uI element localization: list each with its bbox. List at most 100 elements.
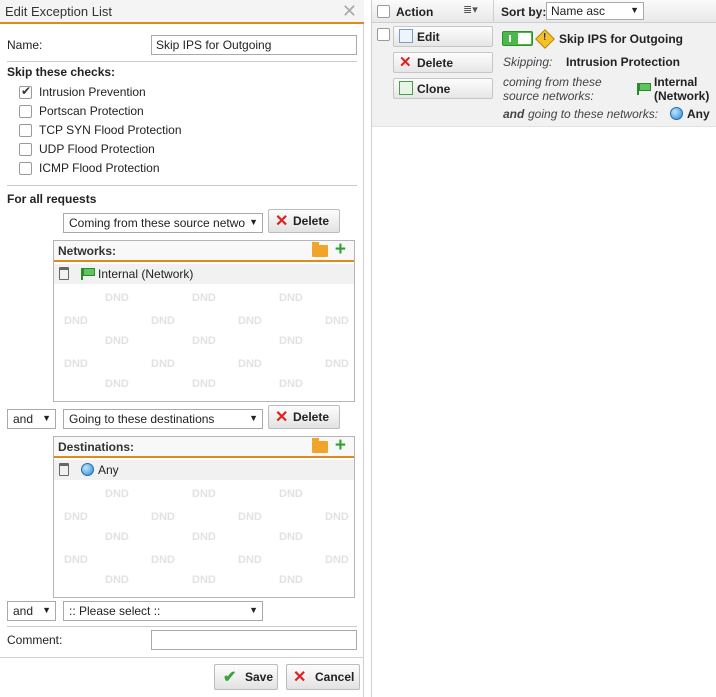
icmp-flood-checkbox[interactable] bbox=[19, 162, 32, 175]
network-item-label: Internal (Network) bbox=[98, 267, 194, 281]
portscan-protection-checkbox[interactable] bbox=[19, 105, 32, 118]
select-value: and bbox=[13, 412, 34, 426]
check-label: TCP SYN Flood Protection bbox=[39, 123, 182, 137]
source-condition-select[interactable]: Coming from these source netwo ▼ bbox=[63, 213, 263, 233]
delete-source-condition-button[interactable]: ✕ Delete bbox=[268, 209, 340, 233]
button-label: Edit bbox=[417, 30, 440, 44]
action-column-header: Action bbox=[396, 5, 434, 19]
dnd-watermark: DND bbox=[105, 292, 129, 304]
dropdown-arrow-icon: ▼ bbox=[630, 5, 639, 15]
going-to-label: going to these networks: bbox=[528, 107, 659, 121]
clone-icon bbox=[399, 81, 413, 95]
for-all-requests-label: For all requests bbox=[7, 192, 97, 206]
dnd-watermark: DND bbox=[192, 292, 216, 304]
network-flag-icon bbox=[637, 83, 651, 95]
dnd-watermark: DND bbox=[325, 315, 349, 327]
dnd-watermark: DND bbox=[151, 554, 175, 566]
destinations-panel-title: Destinations: bbox=[58, 440, 135, 454]
check-label: UDP Flood Protection bbox=[39, 142, 155, 156]
dnd-watermark: DND bbox=[105, 488, 129, 500]
intrusion-prevention-checkbox[interactable]: ✔ bbox=[19, 84, 32, 99]
network-flag-icon bbox=[81, 268, 95, 280]
button-label: Save bbox=[245, 670, 274, 684]
check-label: ICMP Flood Protection bbox=[39, 161, 160, 175]
select-all-checkbox[interactable] bbox=[377, 5, 390, 18]
select-value: Name asc bbox=[551, 4, 606, 18]
destination-condition-select[interactable]: Going to these destinations ▼ bbox=[63, 409, 263, 429]
add-icon[interactable]: + bbox=[335, 239, 346, 261]
check-label: Intrusion Prevention bbox=[39, 85, 146, 99]
dropdown-arrow-icon: ▼ bbox=[42, 413, 51, 423]
source-network: (Network) bbox=[654, 89, 710, 103]
enable-toggle[interactable] bbox=[502, 31, 533, 46]
add-icon[interactable]: + bbox=[335, 435, 346, 457]
coming-from-label: source networks: bbox=[503, 89, 594, 103]
skipping-label: Skipping: bbox=[503, 55, 553, 69]
udp-flood-checkbox[interactable] bbox=[19, 143, 32, 156]
delete-icon: ✕ bbox=[275, 409, 289, 426]
destinations-panel: Destinations: + Any DND DND DND DND DND … bbox=[53, 435, 355, 598]
dropdown-arrow-icon: ▼ bbox=[249, 413, 258, 423]
network-list-item[interactable]: Internal (Network) bbox=[54, 264, 354, 284]
dnd-watermark: DND bbox=[238, 511, 262, 523]
checkmark-icon: ✔ bbox=[21, 84, 32, 98]
folder-icon[interactable] bbox=[312, 242, 328, 257]
save-button[interactable]: ✔ Save bbox=[214, 664, 278, 690]
dnd-watermark: DND bbox=[105, 531, 129, 543]
tcp-syn-flood-checkbox[interactable] bbox=[19, 124, 32, 137]
exception-list-panel: Action ≣▾ Sort by: Name asc ▼ Edit ✕ Del… bbox=[371, 0, 716, 697]
select-value: Coming from these source netwo bbox=[69, 216, 246, 230]
destinations-panel-header: Destinations: + bbox=[54, 435, 354, 458]
dnd-watermark: DND bbox=[64, 554, 88, 566]
trash-icon[interactable] bbox=[59, 267, 69, 280]
delete-icon: ✕ bbox=[399, 54, 412, 71]
edit-button[interactable]: Edit bbox=[393, 26, 493, 47]
dnd-watermark: DND bbox=[279, 531, 303, 543]
dnd-watermark: DND bbox=[192, 335, 216, 347]
dnd-watermark: DND bbox=[279, 335, 303, 347]
dnd-watermark: DND bbox=[238, 315, 262, 327]
divider bbox=[7, 626, 357, 627]
networks-panel-header: Networks: + bbox=[54, 239, 354, 262]
row-checkbox[interactable] bbox=[377, 28, 390, 41]
name-input[interactable] bbox=[151, 35, 357, 55]
delete-icon: ✕ bbox=[275, 213, 289, 230]
cancel-icon: ✕ bbox=[293, 669, 307, 686]
destination-list-item[interactable]: Any bbox=[54, 460, 354, 480]
destination-network: Any bbox=[687, 107, 710, 121]
cancel-button[interactable]: ✕ Cancel bbox=[286, 664, 360, 690]
dnd-watermark: DND bbox=[64, 358, 88, 370]
networks-panel: Networks: + Internal (Network) DND DND D… bbox=[53, 239, 355, 402]
close-icon[interactable]: ✕ bbox=[342, 1, 357, 22]
dnd-watermark: DND bbox=[105, 335, 129, 347]
delete-button[interactable]: ✕ Delete bbox=[393, 52, 493, 73]
dnd-watermark: DND bbox=[325, 554, 349, 566]
clone-button[interactable]: Clone bbox=[393, 78, 493, 99]
edit-icon bbox=[399, 29, 413, 43]
list-header: Action ≣▾ Sort by: Name asc ▼ bbox=[372, 0, 716, 23]
dnd-watermark: DND bbox=[192, 531, 216, 543]
dnd-watermark: DND bbox=[64, 511, 88, 523]
name-label: Name: bbox=[7, 38, 43, 52]
dropdown-arrow-icon: ▼ bbox=[249, 605, 258, 615]
globe-icon bbox=[670, 107, 683, 120]
new-condition-select[interactable]: :: Please select :: ▼ bbox=[63, 601, 263, 621]
coming-from-label: coming from these bbox=[503, 75, 602, 89]
skip-checks-heading: Skip these checks: bbox=[7, 65, 116, 79]
edit-exception-dialog: Edit Exception List ✕ Name: Skip these c… bbox=[0, 0, 364, 697]
button-label: Delete bbox=[293, 214, 330, 228]
sort-select[interactable]: Name asc ▼ bbox=[546, 2, 644, 20]
select-value: and bbox=[13, 604, 34, 618]
trash-icon[interactable] bbox=[59, 463, 69, 476]
divider bbox=[7, 185, 357, 186]
column-menu-icon[interactable]: ≣▾ bbox=[463, 3, 478, 16]
folder-icon[interactable] bbox=[312, 438, 328, 453]
button-label: Delete bbox=[417, 56, 454, 70]
delete-destination-condition-button[interactable]: ✕ Delete bbox=[268, 405, 340, 429]
dialog-titlebar: Edit Exception List ✕ bbox=[0, 0, 364, 24]
comment-input[interactable] bbox=[151, 630, 357, 650]
conjunction-select[interactable]: and ▼ bbox=[7, 409, 56, 429]
source-network: Internal bbox=[654, 75, 698, 89]
dnd-watermark: DND bbox=[279, 488, 303, 500]
conjunction-select[interactable]: and ▼ bbox=[7, 601, 56, 621]
